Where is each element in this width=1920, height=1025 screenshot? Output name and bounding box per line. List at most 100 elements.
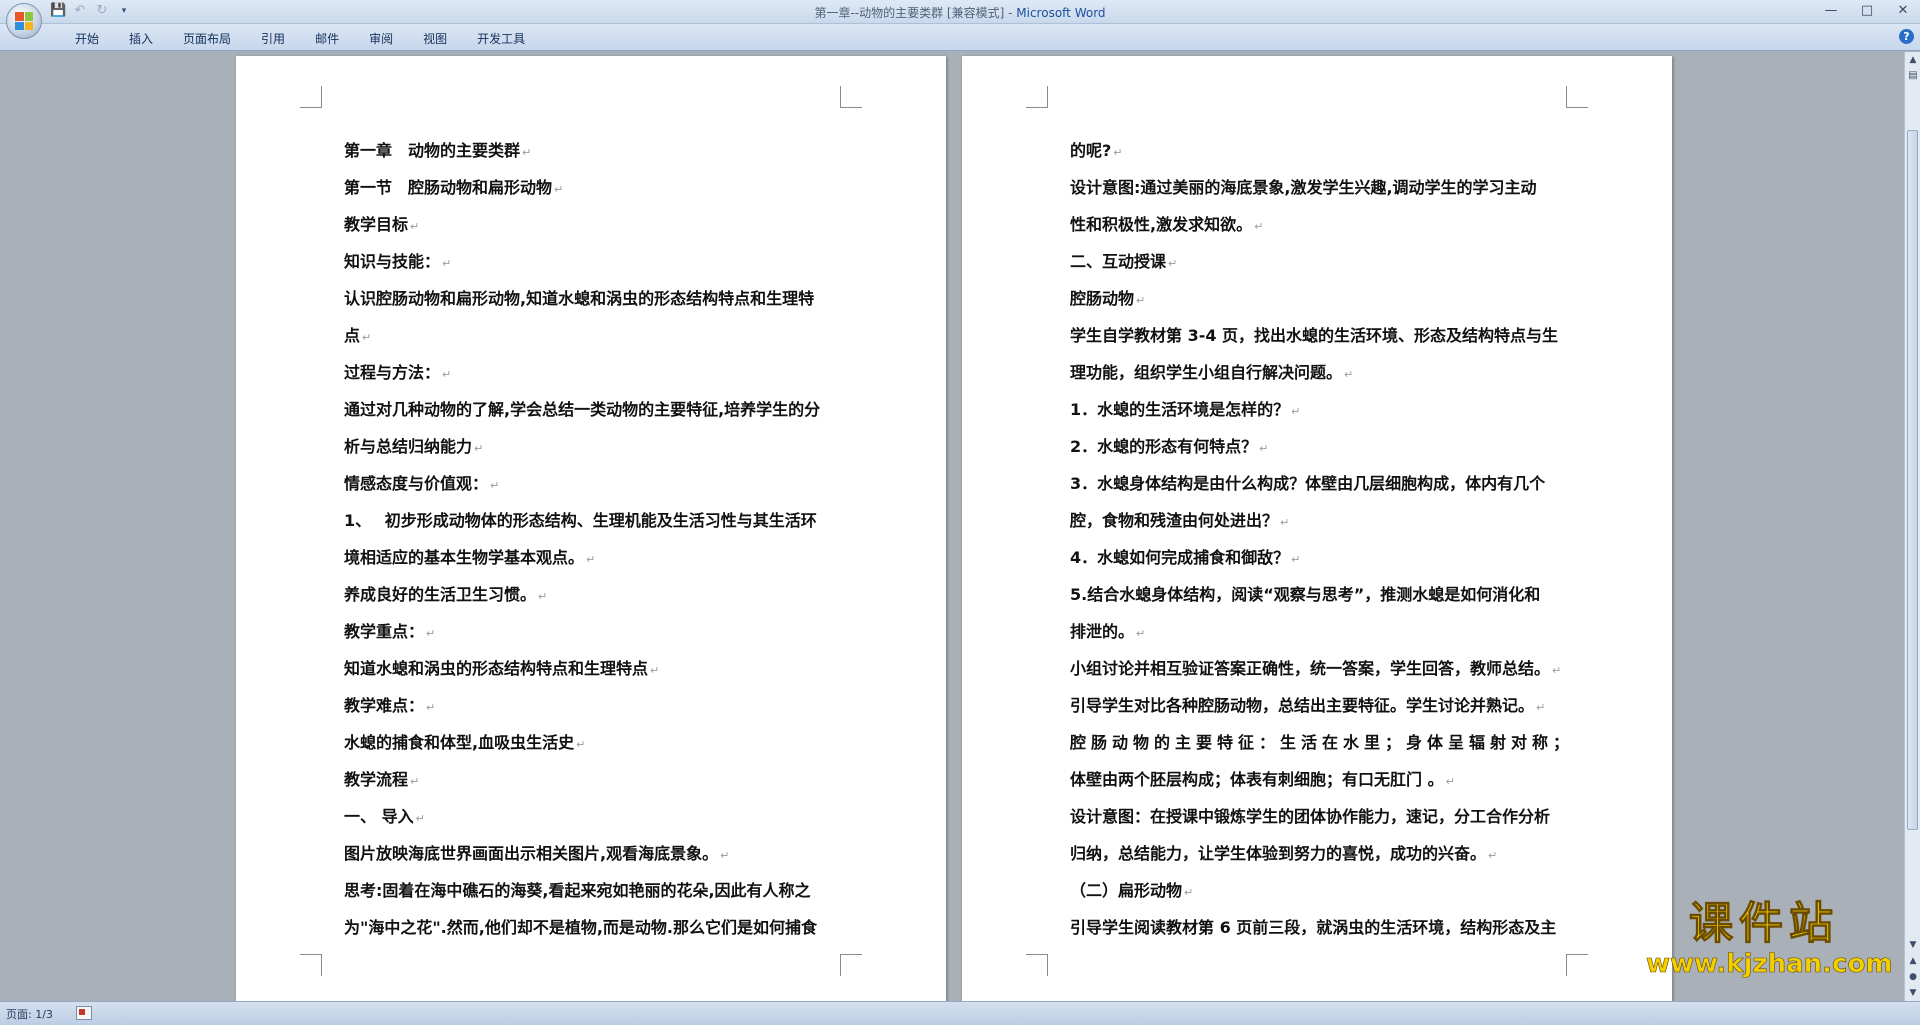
margin-corner bbox=[300, 954, 322, 976]
document-line[interactable]: 通过对几种动物的了解,学会总结一类动物的主要特征,培养学生的分 bbox=[344, 391, 844, 428]
line-text: 腔，食物和残渣由何处进出？ bbox=[1070, 511, 1279, 530]
document-line[interactable]: 小组讨论并相互验证答案正确性，统一答案，学生回答，教师总结。 ↵ bbox=[1070, 650, 1570, 687]
document-line[interactable]: 设计意图:通过美丽的海底景象,激发学生兴趣,调动学生的学习主动 bbox=[1070, 169, 1570, 206]
document-line[interactable]: 性和积极性,激发求知欲。 ↵ bbox=[1070, 206, 1570, 243]
minimize-icon[interactable]: — bbox=[1818, 2, 1844, 20]
document-line[interactable]: 1、 初步形成动物体的形态结构、生理机能及生活习性与其生活环 bbox=[344, 502, 844, 539]
previous-page-icon[interactable]: ▲ bbox=[1905, 953, 1920, 969]
browse-object-icon[interactable]: ● bbox=[1905, 969, 1920, 985]
paragraph-mark-icon: ↵ bbox=[410, 775, 420, 788]
line-text: 认识腔肠动物和扁形动物,知道水螅和涡虫的形态结构特点和生理特 bbox=[344, 289, 815, 308]
next-page-icon[interactable]: ▼ bbox=[1905, 985, 1920, 1001]
document-line[interactable]: 腔肠动物的主要特征：生活在水里；身体呈辐射对称； bbox=[1070, 724, 1570, 761]
page-count[interactable]: 页面: 1/3 bbox=[6, 1006, 53, 1022]
paragraph-mark-icon: ↵ bbox=[538, 590, 548, 603]
line-text: 第一节 腔肠动物和扁形动物 bbox=[344, 178, 553, 197]
line-text: 点 bbox=[344, 326, 361, 345]
document-line[interactable]: 排泄的。 ↵ bbox=[1070, 613, 1570, 650]
close-icon[interactable]: ✕ bbox=[1890, 2, 1916, 20]
tab-insert[interactable]: 插入 bbox=[114, 28, 168, 49]
tab-view[interactable]: 视图 bbox=[408, 28, 462, 49]
line-text: 第一章 动物的主要类群 bbox=[344, 141, 521, 160]
document-area[interactable]: 第一章 动物的主要类群 ↵ 第一节 腔肠动物和扁形动物 ↵ 教学目标 ↵ 知识与技能： ↵ 认识… bbox=[0, 52, 1904, 1001]
line-text: 水螅的捕食和体型,血吸虫生活史 bbox=[344, 733, 575, 752]
document-line[interactable]: 思考:固着在海中礁石的海葵,看起来宛如艳丽的花朵,因此有人称之 bbox=[344, 872, 844, 909]
document-line[interactable]: 腔肠动物 ↵ bbox=[1070, 280, 1570, 317]
office-button[interactable] bbox=[6, 3, 42, 39]
help-icon[interactable]: ? bbox=[1899, 29, 1914, 44]
document-line[interactable]: 过程与方法： ↵ bbox=[344, 354, 844, 391]
document-line[interactable]: 第一节 腔肠动物和扁形动物 ↵ bbox=[344, 169, 844, 206]
document-line[interactable]: 二、互动授课 ↵ bbox=[1070, 243, 1570, 280]
ruler-toggle-icon[interactable]: ▤ bbox=[1905, 68, 1920, 84]
document-line[interactable]: 教学目标 ↵ bbox=[344, 206, 844, 243]
window-title: 第一章--动物的主要类群 [兼容模式] - Microsoft Word bbox=[0, 4, 1920, 21]
paragraph-mark-icon: ↵ bbox=[1280, 516, 1290, 529]
document-line[interactable]: （二）扁形动物 ↵ bbox=[1070, 872, 1570, 909]
document-line[interactable]: 体壁由两个胚层构成；体表有刺细胞；有口无肛门 。 ↵ bbox=[1070, 761, 1570, 798]
document-line[interactable]: 养成良好的生活卫生习惯。 ↵ bbox=[344, 576, 844, 613]
document-line[interactable]: 5.结合水螅身体结构，阅读“观察与思考”，推测水螅是如何消化和 bbox=[1070, 576, 1570, 613]
paragraph-mark-icon: ↵ bbox=[426, 701, 436, 714]
page-right[interactable]: 的呢? ↵ 设计意图:通过美丽的海底景象,激发学生兴趣,调动学生的学习主动 性和积极性… bbox=[962, 56, 1672, 1001]
document-line[interactable]: 析与总结归纳能力 ↵ bbox=[344, 428, 844, 465]
document-line[interactable]: 图片放映海底世界画面出示相关图片,观看海底景象。 ↵ bbox=[344, 835, 844, 872]
document-line[interactable]: 腔，食物和残渣由何处进出？ ↵ bbox=[1070, 502, 1570, 539]
line-text: 析与总结归纳能力 bbox=[344, 437, 473, 456]
document-line[interactable]: 为"海中之花".然而,他们却不是植物,而是动物.那么它们是如何捕食 bbox=[344, 909, 844, 946]
tab-review[interactable]: 审阅 bbox=[354, 28, 408, 49]
document-line[interactable]: 一、 导入 ↵ bbox=[344, 798, 844, 835]
document-line[interactable]: 设计意图：在授课中锻炼学生的团体协作能力，速记，分工合作分析 bbox=[1070, 798, 1570, 835]
document-line[interactable]: 的呢? ↵ bbox=[1070, 132, 1570, 169]
document-line[interactable]: 第一章 动物的主要类群 ↵ bbox=[344, 132, 844, 169]
document-line[interactable]: 教学流程 ↵ bbox=[344, 761, 844, 798]
document-line[interactable]: 归纳，总结能力，让学生体验到努力的喜悦，成功的兴奋。 ↵ bbox=[1070, 835, 1570, 872]
document-line[interactable]: 3．水螅身体结构是由什么构成？体壁由几层细胞构成，体内有几个 bbox=[1070, 465, 1570, 502]
margin-corner bbox=[300, 86, 322, 108]
line-text: 理功能，组织学生小组自行解决问题。 bbox=[1070, 363, 1343, 382]
document-line[interactable]: 知识与技能： ↵ bbox=[344, 243, 844, 280]
document-line[interactable]: 认识腔肠动物和扁形动物,知道水螅和涡虫的形态结构特点和生理特 bbox=[344, 280, 844, 317]
paragraph-mark-icon: ↵ bbox=[586, 553, 596, 566]
scroll-down-icon[interactable]: ▼ bbox=[1905, 937, 1920, 953]
line-text: 引导学生阅读教材第 6 页前三段，就涡虫的生活环境，结构形态及主 bbox=[1070, 918, 1557, 937]
document-line[interactable]: 引导学生阅读教材第 6 页前三段，就涡虫的生活环境，结构形态及主 bbox=[1070, 909, 1570, 946]
document-line[interactable]: 引导学生对比各种腔肠动物，总结出主要特征。学生讨论并熟记。 ↵ bbox=[1070, 687, 1570, 724]
line-text: 教学目标 bbox=[344, 215, 409, 234]
paragraph-mark-icon: ↵ bbox=[1488, 849, 1498, 862]
tab-references[interactable]: 引用 bbox=[246, 28, 300, 49]
office-logo-icon bbox=[15, 12, 33, 30]
line-text: 腔肠动物的主要特征：生活在水里；身体呈辐射对称； bbox=[1070, 733, 1575, 752]
document-line[interactable]: 教学难点： ↵ bbox=[344, 687, 844, 724]
tab-home[interactable]: 开始 bbox=[60, 28, 114, 49]
tab-page-layout[interactable]: 页面布局 bbox=[168, 28, 246, 49]
scroll-thumb[interactable] bbox=[1907, 130, 1918, 830]
document-line[interactable]: 境相适应的基本生物学基本观点。 ↵ bbox=[344, 539, 844, 576]
line-text: 教学重点： bbox=[344, 622, 425, 641]
page-left[interactable]: 第一章 动物的主要类群 ↵ 第一节 腔肠动物和扁形动物 ↵ 教学目标 ↵ 知识与技能： ↵ 认识… bbox=[236, 56, 946, 1001]
line-text: 4．水螅如何完成捕食和御敌？ bbox=[1070, 548, 1290, 567]
tab-mailings[interactable]: 邮件 bbox=[300, 28, 354, 49]
line-text: 养成良好的生活卫生习惯。 bbox=[344, 585, 537, 604]
document-line[interactable]: 水螅的捕食和体型,血吸虫生活史 ↵ bbox=[344, 724, 844, 761]
document-line[interactable]: 理功能，组织学生小组自行解决问题。 ↵ bbox=[1070, 354, 1570, 391]
document-line[interactable]: 情感态度与价值观： ↵ bbox=[344, 465, 844, 502]
maximize-icon[interactable]: □ bbox=[1854, 2, 1880, 20]
proofing-icon[interactable] bbox=[76, 1006, 92, 1020]
document-line[interactable]: 4．水螅如何完成捕食和御敌？ ↵ bbox=[1070, 539, 1570, 576]
document-line[interactable]: 知道水螅和涡虫的形态结构特点和生理特点 ↵ bbox=[344, 650, 844, 687]
margin-corner bbox=[1026, 86, 1048, 108]
paragraph-mark-icon: ↵ bbox=[362, 331, 372, 344]
tab-developer[interactable]: 开发工具 bbox=[462, 28, 540, 49]
line-text: 图片放映海底世界画面出示相关图片,观看海底景象。 bbox=[344, 844, 719, 863]
document-line[interactable]: 学生自学教材第 3-4 页，找出水螅的生活环境、形态及结构特点与生 bbox=[1070, 317, 1570, 354]
document-line[interactable]: 1．水螅的生活环境是怎样的？ ↵ bbox=[1070, 391, 1570, 428]
paragraph-mark-icon: ↵ bbox=[426, 627, 436, 640]
document-line[interactable]: 教学重点： ↵ bbox=[344, 613, 844, 650]
scroll-up-icon[interactable]: ▲ bbox=[1905, 52, 1920, 68]
document-line[interactable]: 2．水螅的形态有何特点？ ↵ bbox=[1070, 428, 1570, 465]
document-line[interactable]: 点 ↵ bbox=[344, 317, 844, 354]
line-text: 小组讨论并相互验证答案正确性，统一答案，学生回答，教师总结。 bbox=[1070, 659, 1551, 678]
line-text: 学生自学教材第 3-4 页，找出水螅的生活环境、形态及结构特点与生 bbox=[1070, 326, 1559, 345]
vertical-scrollbar[interactable]: ▲ ▤ ▼ ▲ ● ▼ bbox=[1904, 52, 1920, 1001]
